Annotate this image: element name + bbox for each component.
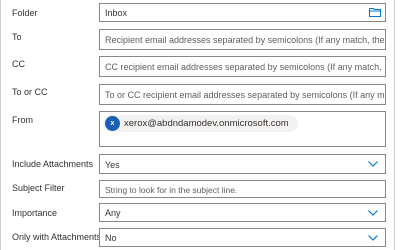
to-or-cc-input[interactable]: To or CC recipient email addresses separ…	[99, 84, 386, 105]
folder-icon[interactable]	[369, 7, 381, 17]
chevron-down-icon	[368, 209, 378, 216]
subject-filter-placeholder: String to look for in the subject line.	[105, 185, 238, 195]
cc-input[interactable]: CC recipient email addresses separated b…	[99, 56, 386, 77]
to-input[interactable]: Recipient email addresses separated by s…	[99, 29, 386, 50]
importance-value: Any	[105, 208, 121, 218]
to-or-cc-label: To or CC	[12, 87, 48, 97]
only-with-attachments-dropdown[interactable]: No	[99, 228, 386, 247]
from-label: From	[12, 115, 33, 125]
to-or-cc-placeholder: To or CC recipient email addresses separ…	[105, 90, 385, 100]
include-attachments-label: Include Attachments	[12, 159, 94, 169]
importance-dropdown[interactable]: Any	[99, 203, 386, 222]
subject-filter-input[interactable]: String to look for in the subject line.	[99, 180, 386, 198]
from-input[interactable]: x xerox@abdndamodev.onmicrosoft.com	[99, 111, 386, 147]
include-attachments-value: Yes	[105, 160, 120, 170]
avatar: x	[105, 116, 120, 131]
chevron-down-icon	[368, 161, 378, 167]
only-with-attachments-label: Only with Attachments	[12, 232, 102, 242]
to-placeholder: Recipient email addresses separated by s…	[105, 35, 385, 45]
from-recipient-chip[interactable]: x xerox@abdndamodev.onmicrosoft.com	[103, 115, 298, 132]
cc-label: CC	[12, 59, 25, 69]
chevron-down-icon	[368, 234, 378, 241]
trigger-parameters-panel: Folder Inbox To Recipient email addresse…	[0, 0, 395, 250]
chip-email: xerox@abdndamodev.onmicrosoft.com	[124, 118, 289, 129]
subject-filter-label: Subject Filter	[12, 183, 65, 193]
only-with-attachments-value: No	[105, 233, 117, 243]
importance-label: Importance	[12, 208, 58, 218]
folder-picker[interactable]: Inbox	[99, 3, 386, 22]
to-label: To	[12, 32, 22, 42]
cc-placeholder: CC recipient email addresses separated b…	[105, 62, 382, 72]
folder-label: Folder	[12, 8, 38, 18]
folder-value: Inbox	[105, 8, 128, 18]
include-attachments-dropdown[interactable]: Yes	[99, 154, 386, 174]
